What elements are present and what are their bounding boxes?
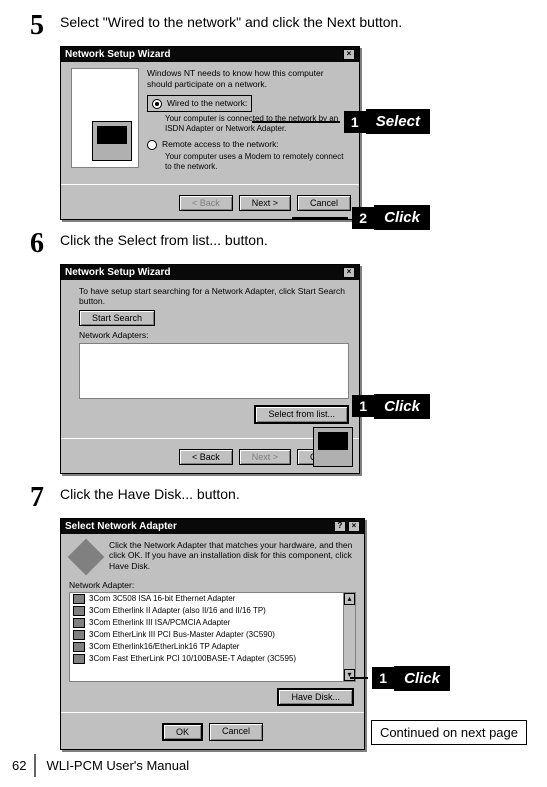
- card-icon: [73, 630, 85, 640]
- list-item[interactable]: 3Com EtherLink III PCI Bus-Master Adapte…: [70, 629, 355, 641]
- list-item[interactable]: 3Com Etherlink16/EtherLink16 TP Adapter: [70, 641, 355, 653]
- callout-click-label-2: Click: [374, 394, 430, 419]
- adapters-listbox[interactable]: [79, 343, 349, 399]
- callout-num-2: 2: [352, 207, 374, 229]
- network-setup-wizard-dialog-2: Network Setup Wizard × To have setup sta…: [60, 264, 360, 474]
- computer-icon: [92, 121, 132, 161]
- remote-label: Remote access to the network:: [162, 139, 279, 150]
- title-2-text: Network Setup Wizard: [65, 267, 170, 278]
- start-search-button[interactable]: Start Search: [79, 310, 155, 326]
- callout-2-click: 2 Click: [292, 205, 430, 230]
- wizard-intro-2: To have setup start searching for a Netw…: [79, 286, 349, 307]
- step-6-number: 6: [30, 230, 60, 258]
- manual-title: WLI-PCM User's Manual: [46, 754, 189, 777]
- list-item[interactable]: 3Com Fast EtherLink PCI 10/100BASE-T Ada…: [70, 653, 355, 665]
- title-3-text: Select Network Adapter: [65, 521, 177, 532]
- page-footer: 62 WLI-PCM User's Manual: [0, 754, 189, 777]
- close-icon[interactable]: ×: [343, 267, 355, 278]
- step-6-text: Click the Select from list... button.: [60, 230, 268, 248]
- callout-1-click-s3: 1 Click: [350, 666, 450, 691]
- card-icon: [73, 606, 85, 616]
- list-item[interactable]: 3Com 3C508 ISA 16-bit Ethernet Adapter: [70, 593, 355, 605]
- radio-remote-icon: [147, 140, 157, 150]
- screenshot-2-wrap: Network Setup Wizard × To have setup sta…: [60, 264, 360, 474]
- have-disk-button[interactable]: Have Disk...: [277, 688, 354, 706]
- step-5-number: 5: [30, 12, 60, 40]
- close-icon[interactable]: ×: [343, 49, 355, 60]
- help-icon[interactable]: ?: [334, 521, 346, 532]
- titlebar-2: Network Setup Wizard ×: [61, 265, 359, 280]
- callout-click-label-3: Click: [394, 666, 450, 691]
- step-6: 6 Click the Select from list... button.: [30, 230, 527, 258]
- remote-option-row[interactable]: Remote access to the network:: [147, 139, 349, 150]
- select-network-adapter-dialog: Select Network Adapter ? × Click the Net…: [60, 518, 365, 750]
- wired-label: Wired to the network:: [167, 98, 247, 109]
- adapter-intro: Click the Network Adapter that matches y…: [109, 540, 356, 574]
- cancel-button-3[interactable]: Cancel: [209, 723, 263, 741]
- wizard-graphic-1: [71, 68, 139, 168]
- adapters-label: Network Adapters:: [79, 330, 349, 341]
- card-icon: [73, 642, 85, 652]
- back-button-1: < Back: [179, 195, 233, 211]
- callout-num-1-s2: 1: [352, 395, 374, 417]
- step-7: 7 Click the Have Disk... button.: [30, 484, 527, 512]
- callout-1-click-s2: 1 Click: [334, 394, 430, 419]
- titlebar-3: Select Network Adapter ? ×: [61, 519, 364, 534]
- step-5: 5 Select "Wired to the network" and clic…: [30, 12, 527, 40]
- title-1-text: Network Setup Wizard: [65, 49, 170, 60]
- screenshot-1-wrap: Network Setup Wizard × Windows NT needs …: [60, 46, 360, 220]
- back-button-2[interactable]: < Back: [179, 449, 233, 465]
- list-item[interactable]: 3Com Etherlink II Adapter (also II/16 an…: [70, 605, 355, 617]
- step-5-text: Select "Wired to the network" and click …: [60, 12, 402, 30]
- step-7-text: Click the Have Disk... button.: [60, 484, 240, 502]
- adapter-icon: [68, 538, 105, 575]
- remote-desc: Your computer uses a Modem to remotely c…: [165, 152, 349, 171]
- step-7-number: 7: [30, 484, 60, 512]
- close-icon[interactable]: ×: [348, 521, 360, 532]
- netadapter-listbox[interactable]: 3Com 3C508 ISA 16-bit Ethernet Adapter 3…: [69, 592, 356, 682]
- ok-button[interactable]: OK: [162, 723, 203, 741]
- radio-wired-icon: [152, 99, 162, 109]
- callout-1-select: 1 Select: [252, 109, 430, 134]
- callout-num-1: 1: [344, 111, 366, 133]
- callout-click-label-1: Click: [374, 205, 430, 230]
- titlebar-1: Network Setup Wizard ×: [61, 47, 359, 62]
- list-item[interactable]: 3Com Etherlink III ISA/PCMCIA Adapter: [70, 617, 355, 629]
- netadapter-label: Network Adapter:: [61, 580, 364, 590]
- continued-notice: Continued on next page: [371, 720, 527, 745]
- scroll-up-icon[interactable]: ▴: [344, 593, 355, 605]
- callout-select-label: Select: [366, 109, 430, 134]
- next-button-2: Next >: [239, 449, 291, 465]
- callout-num-1-s3: 1: [372, 667, 394, 689]
- card-icon: [73, 594, 85, 604]
- computer-icon: [313, 427, 353, 467]
- screenshot-3-wrap: Select Network Adapter ? × Click the Net…: [60, 518, 365, 750]
- next-button-1[interactable]: Next >: [239, 195, 291, 211]
- card-icon: [73, 618, 85, 628]
- wizard-intro-1: Windows NT needs to know how this comput…: [147, 68, 349, 89]
- card-icon: [73, 654, 85, 664]
- page-number: 62: [0, 754, 36, 777]
